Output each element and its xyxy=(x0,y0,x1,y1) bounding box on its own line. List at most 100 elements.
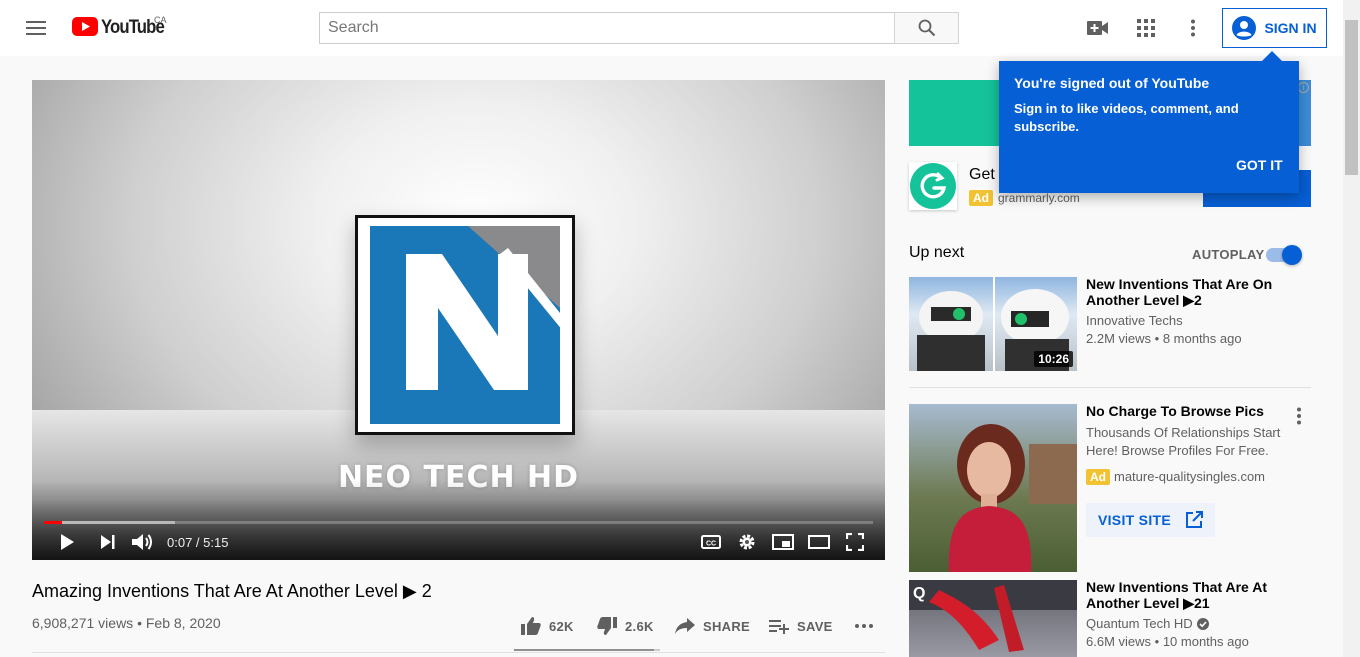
sign-in-label: SIGN IN xyxy=(1264,20,1317,36)
save-label: SAVE xyxy=(797,618,833,634)
svg-text:CC: CC xyxy=(706,541,716,548)
miniplayer-icon xyxy=(772,534,794,550)
buffered-bar xyxy=(44,521,175,524)
dislike-count: 2.6K xyxy=(625,618,654,634)
fullscreen-button[interactable] xyxy=(841,530,869,554)
related-video-title[interactable]: New Inventions That Are At Another Level… xyxy=(1086,579,1286,611)
autoplay-label: AUTOPLAY xyxy=(1192,247,1265,262)
dislike-button[interactable]: 2.6K xyxy=(597,614,654,638)
up-next-heading: Up next xyxy=(909,244,965,261)
ad-badge: Ad xyxy=(1086,469,1110,485)
more-vert-icon xyxy=(1191,19,1195,37)
autoplay-toggle[interactable] xyxy=(1266,245,1302,265)
time-separator: / xyxy=(192,535,204,550)
ad-domain: grammarly.com xyxy=(998,191,1080,205)
ad-options-button[interactable] xyxy=(1287,404,1311,428)
menu-icon[interactable] xyxy=(24,16,48,40)
visit-site-label: VISIT SITE xyxy=(1097,512,1171,528)
ad-domain: mature-qualitysingles.com xyxy=(1114,469,1266,484)
svg-text:Q: Q xyxy=(913,585,925,602)
video-thumbnail[interactable]: 10:26 xyxy=(909,277,1077,371)
country-code: CA xyxy=(154,15,167,25)
like-button[interactable]: 62K xyxy=(521,614,574,638)
video-thumbnail[interactable]: Q xyxy=(909,580,1077,657)
channel-row: Quantum Tech HD xyxy=(1086,615,1209,633)
sentiment-bar xyxy=(514,649,660,651)
ad-domain-row: Ad mature-qualitysingles.com xyxy=(1086,468,1265,486)
upload-date: Feb 8, 2020 xyxy=(145,615,221,631)
search-input[interactable] xyxy=(320,13,894,43)
settings-gear-icon xyxy=(739,534,755,550)
scrollbar-thumb[interactable] xyxy=(1345,20,1358,175)
tooltip-title: You're signed out of YouTube xyxy=(1014,75,1210,91)
verified-check-icon xyxy=(1196,618,1209,630)
info-icon[interactable]: i xyxy=(1298,82,1309,93)
apps-button[interactable] xyxy=(1134,16,1158,40)
toggle-knob xyxy=(1282,245,1302,265)
meta-separator: • xyxy=(1151,634,1163,649)
list-divider xyxy=(909,387,1311,388)
share-button[interactable]: SHARE xyxy=(675,614,750,638)
create-button[interactable] xyxy=(1086,16,1110,40)
captions-icon: CC xyxy=(701,535,721,549)
video-player[interactable]: NEO TECH HD 0:07 / 5:15 CC xyxy=(32,80,885,560)
meta-separator: • xyxy=(133,615,146,631)
view-count: 6.6M views xyxy=(1086,634,1152,649)
ad-description: Thousands Of Relationships Start Here! B… xyxy=(1086,425,1281,458)
playlist-add-icon xyxy=(769,620,789,634)
signed-out-tooltip: You're signed out of YouTube Sign in to … xyxy=(999,51,1299,193)
upload-age: 8 months ago xyxy=(1162,331,1242,346)
search-icon xyxy=(918,19,935,37)
theater-mode-icon xyxy=(808,535,830,549)
time-display: 0:07 / 5:15 xyxy=(167,535,228,550)
subtitles-button[interactable]: CC xyxy=(697,530,725,554)
current-time: 0:07 xyxy=(167,535,193,550)
more-horiz-icon xyxy=(855,624,873,628)
ad-video-title[interactable]: No Charge To Browse Pics xyxy=(1086,403,1286,419)
more-vert-icon xyxy=(1297,407,1301,425)
share-label: SHARE xyxy=(703,618,751,634)
played-bar xyxy=(44,521,63,524)
channel-name[interactable]: Innovative Techs xyxy=(1086,312,1183,330)
sign-in-button[interactable]: SIGN IN xyxy=(1222,8,1327,48)
meta-separator: • xyxy=(1151,331,1163,346)
like-count: 62K xyxy=(549,618,574,634)
masthead: YouTube CA Search SIGN IN xyxy=(0,0,1360,56)
view-count: 2.2M views xyxy=(1086,331,1152,346)
settings-menu-button[interactable] xyxy=(1181,16,1205,40)
search-button[interactable] xyxy=(894,12,959,44)
theater-mode-button[interactable] xyxy=(805,530,833,554)
grammarly-logo[interactable] xyxy=(909,162,957,210)
channel-name[interactable]: Quantum Tech HD xyxy=(1086,615,1193,633)
visit-site-button[interactable]: VISIT SITE xyxy=(1086,503,1215,537)
seek-bar[interactable] xyxy=(44,521,873,524)
open-in-new-icon xyxy=(1186,511,1203,528)
tooltip-body: Sign in to like videos, comment, and sub… xyxy=(1014,101,1239,134)
thumb-down-icon xyxy=(597,617,617,635)
neo-tech-logo xyxy=(355,215,575,435)
total-time: 5:15 xyxy=(203,535,229,550)
miniplayer-button[interactable] xyxy=(769,530,797,554)
sentiment-likes xyxy=(514,649,655,651)
settings-button[interactable] xyxy=(733,530,761,554)
video-stats: 2.2M views • 8 months ago xyxy=(1086,330,1242,348)
got-it-button[interactable]: GOT IT xyxy=(1236,157,1283,173)
more-actions-button[interactable] xyxy=(854,614,874,638)
view-count: 6,908,271 views xyxy=(32,615,134,631)
next-button[interactable] xyxy=(94,530,122,554)
search-box xyxy=(319,12,895,44)
save-button[interactable]: SAVE xyxy=(769,614,833,638)
ad-title[interactable]: Get xyxy=(969,166,995,184)
next-icon xyxy=(101,535,115,549)
video-title: Amazing Inventions That Are At Another L… xyxy=(32,581,432,601)
ad-badge: Ad xyxy=(969,190,993,206)
account-circle-icon xyxy=(1232,16,1257,40)
page-scrollbar[interactable] xyxy=(1343,0,1360,657)
play-button[interactable] xyxy=(53,530,81,554)
related-video-title[interactable]: New Inventions That Are On Another Level… xyxy=(1086,276,1286,308)
upload-age: 10 months ago xyxy=(1162,634,1249,649)
youtube-play-logo-icon xyxy=(72,17,98,36)
youtube-logo[interactable]: YouTube CA xyxy=(72,15,172,39)
ad-thumbnail[interactable] xyxy=(909,404,1077,572)
mute-button[interactable] xyxy=(129,530,157,554)
